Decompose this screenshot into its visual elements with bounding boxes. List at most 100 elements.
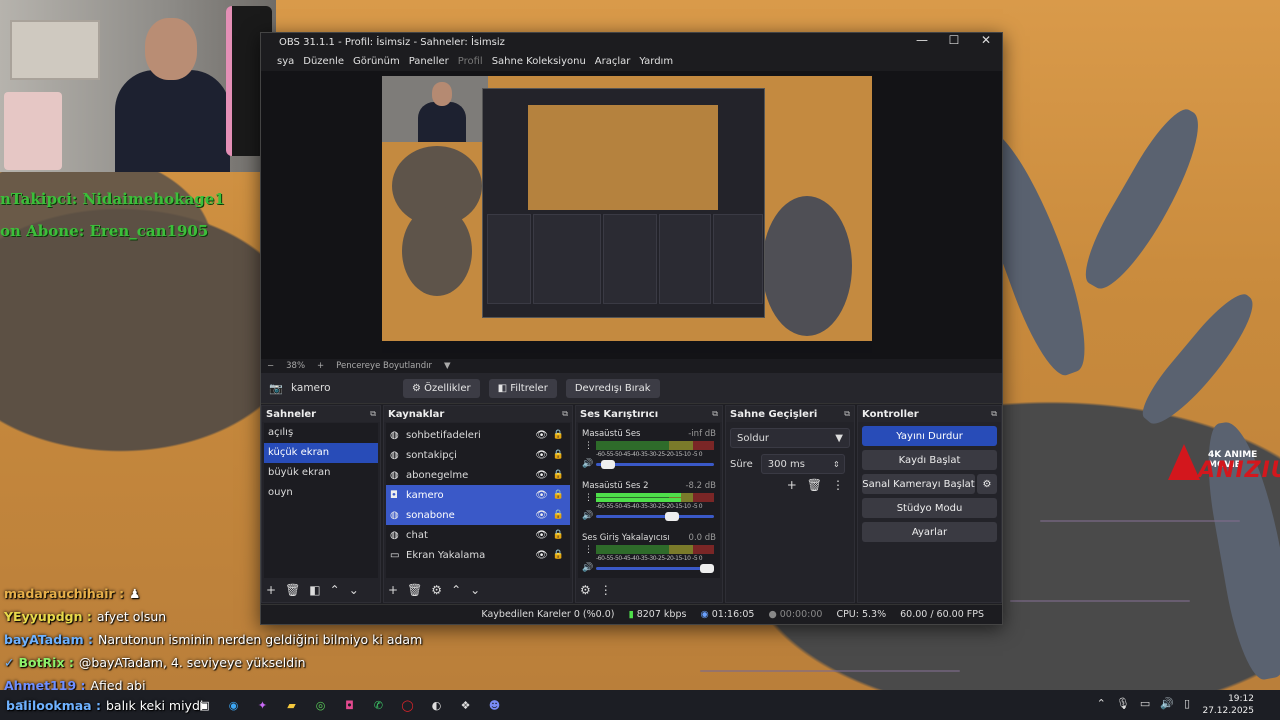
filters-button[interactable]: ◧ Filtreler xyxy=(488,378,557,398)
lock-icon[interactable]: 🔒 xyxy=(553,530,564,540)
menu-file[interactable]: sya xyxy=(277,56,294,67)
duration-input[interactable]: 300 ms ⇕ xyxy=(760,454,845,474)
menu-scene-collection[interactable]: Sahne Koleksiyonu xyxy=(492,56,586,67)
gear-icon[interactable]: ⚙ xyxy=(977,474,997,494)
task-view-icon[interactable]: ▣ xyxy=(194,694,216,716)
speaker-icon[interactable]: 🔊 xyxy=(582,459,593,469)
tray-expand-icon[interactable]: ⌃ xyxy=(1097,697,1106,710)
menu-edit[interactable]: Düzenle xyxy=(303,56,344,67)
opera-icon[interactable]: ◯ xyxy=(397,694,419,716)
source-item[interactable]: ▭ Ekran Yakalama 👁 🔒 xyxy=(386,545,570,565)
add-transition-icon[interactable]: + xyxy=(787,478,797,492)
last-subscriber-overlay: on Abone: Eren_can1905 xyxy=(0,222,209,240)
battery-icon[interactable]: ▯ xyxy=(1184,697,1190,710)
volume-slider[interactable] xyxy=(596,564,714,573)
eye-icon[interactable]: 👁 xyxy=(535,490,548,501)
menu-bar: sya Düzenle Görünüm Paneller Profil Sahn… xyxy=(261,51,1002,71)
lock-icon[interactable]: 🔒 xyxy=(553,510,564,520)
eye-icon[interactable]: 👁 xyxy=(535,430,548,441)
source-item[interactable]: ◍ sonabone 👁 🔒 xyxy=(386,505,570,525)
menu-docks[interactable]: Paneller xyxy=(409,56,449,67)
menu-tools[interactable]: Araçlar xyxy=(595,56,631,67)
eye-icon[interactable]: 👁 xyxy=(535,510,548,521)
source-item[interactable]: ◍ chat 👁 🔒 xyxy=(386,525,570,545)
title-bar: OBS 31.1.1 - Profil: İsimsiz - Sahneler:… xyxy=(261,33,1002,51)
close-button[interactable]: ✕ xyxy=(970,33,1002,47)
whatsapp-icon[interactable]: ✆ xyxy=(368,694,390,716)
app-icon[interactable]: ❖ xyxy=(455,694,477,716)
scene-item-acilis[interactable]: açılış xyxy=(264,423,378,443)
lock-icon[interactable]: 🔒 xyxy=(553,490,564,500)
start-record-button[interactable]: Kaydı Başlat xyxy=(862,450,997,470)
transition-select[interactable]: Soldur ▼ xyxy=(730,428,850,448)
source-settings-icon[interactable]: ⚙ xyxy=(431,583,442,597)
properties-button[interactable]: ⚙ Özellikler xyxy=(403,378,480,398)
clock[interactable]: 19:12 27.12.2025 xyxy=(1202,693,1254,717)
undock-icon[interactable]: ⧉ xyxy=(562,409,568,419)
undock-icon[interactable]: ⧉ xyxy=(370,409,376,419)
menu-profile[interactable]: Profil xyxy=(458,56,483,67)
channel-menu-icon[interactable]: ⋮ xyxy=(584,493,593,503)
discord-icon[interactable]: ☻ xyxy=(484,694,506,716)
channel-menu-icon[interactable]: ⋮ xyxy=(584,545,593,555)
scene-item-kucuk-ekran[interactable]: küçük ekran xyxy=(264,443,378,463)
undock-icon[interactable]: ⧉ xyxy=(991,409,997,419)
studio-mode-button[interactable]: Stüdyo Modu xyxy=(862,498,997,518)
preview-canvas[interactable] xyxy=(382,76,872,353)
source-item[interactable]: ◍ abonegelme 👁 🔒 xyxy=(386,465,570,485)
undock-icon[interactable]: ⧉ xyxy=(712,409,718,419)
lock-icon[interactable]: 🔒 xyxy=(553,430,564,440)
zoom-out-button[interactable]: − xyxy=(267,361,274,371)
dropped-frames: Kaybedilen Kareler 0 (%0.0) xyxy=(481,609,615,620)
volume-icon[interactable]: 🔊 xyxy=(1160,697,1174,710)
advanced-audio-icon[interactable]: ⚙ xyxy=(580,583,591,597)
zoom-dropdown-icon[interactable]: ▼ xyxy=(444,361,451,371)
scene-item-ouyn[interactable]: ouyn xyxy=(264,483,378,503)
maximize-button[interactable]: ☐ xyxy=(938,33,970,47)
network-icon[interactable]: ▭ xyxy=(1140,697,1150,710)
edge-icon[interactable]: ◉ xyxy=(223,694,245,716)
eye-icon[interactable]: 👁 xyxy=(535,470,548,481)
fit-to-window-button[interactable]: Pencereye Boyutlandır xyxy=(336,361,432,371)
eye-icon[interactable]: 👁 xyxy=(535,550,548,561)
lock-icon[interactable]: 🔒 xyxy=(553,550,564,560)
source-toolbar: 📷 kamero ⚙ Özellikler ◧ Filtreler Devred… xyxy=(261,373,1002,404)
virtual-camera-button[interactable]: Sanal Kamerayı Başlat xyxy=(862,474,975,494)
mixer-menu-icon[interactable]: ⋮ xyxy=(600,583,612,597)
channel-menu-icon[interactable]: ⋮ xyxy=(584,441,593,451)
instagram-icon[interactable]: ◘ xyxy=(339,694,361,716)
stepper-icon[interactable]: ⇕ xyxy=(833,460,840,469)
lock-icon[interactable]: 🔒 xyxy=(553,450,564,460)
lock-icon[interactable]: 🔒 xyxy=(553,470,564,480)
eye-icon[interactable]: 👁 xyxy=(535,530,548,541)
settings-button[interactable]: Ayarlar xyxy=(862,522,997,542)
microphone-icon[interactable]: 🎙 xyxy=(1116,697,1130,710)
source-item[interactable]: ◘ kamero 👁 🔒 xyxy=(386,485,570,505)
stop-stream-button[interactable]: Yayını Durdur xyxy=(862,426,997,446)
deactivate-button[interactable]: Devredışı Bırak xyxy=(565,378,660,398)
scene-item-buyuk-ekran[interactable]: büyük ekran xyxy=(264,463,378,483)
eye-icon[interactable]: 👁 xyxy=(535,450,548,461)
volume-slider[interactable] xyxy=(596,512,714,521)
minimize-button[interactable]: — xyxy=(906,33,938,47)
source-item[interactable]: ◍ sontakipçi 👁 🔒 xyxy=(386,445,570,465)
transitions-dock: Sahne Geçişleri ⧉ Soldur ▼ Süre 300 ms ⇕ + … xyxy=(725,405,855,603)
menu-view[interactable]: Görünüm xyxy=(353,56,400,67)
move-down-icon[interactable]: ⌄ xyxy=(470,583,480,597)
obs-icon[interactable]: ◐ xyxy=(426,694,448,716)
bot-badge-icon: ✓ xyxy=(4,655,15,670)
fps: 60.00 / 60.00 FPS xyxy=(900,609,984,620)
speaker-icon[interactable]: 🔊 xyxy=(582,511,593,521)
transition-menu-icon[interactable]: ⋮ xyxy=(832,478,844,492)
source-item[interactable]: ◍ sohbetifadeleri 👁 🔒 xyxy=(386,425,570,445)
chrome-icon[interactable]: ◎ xyxy=(310,694,332,716)
remove-transition-icon[interactable]: 🗑 xyxy=(807,478,822,492)
move-up-icon[interactable]: ⌃ xyxy=(451,583,461,597)
folder-icon[interactable]: ▰ xyxy=(281,694,303,716)
copilot-icon[interactable]: ✦ xyxy=(252,694,274,716)
undock-icon[interactable]: ⧉ xyxy=(844,409,850,419)
menu-help[interactable]: Yardım xyxy=(639,56,673,67)
zoom-in-button[interactable]: + xyxy=(317,361,324,371)
volume-slider[interactable] xyxy=(596,460,714,469)
speaker-icon[interactable]: 🔊 xyxy=(582,563,593,573)
